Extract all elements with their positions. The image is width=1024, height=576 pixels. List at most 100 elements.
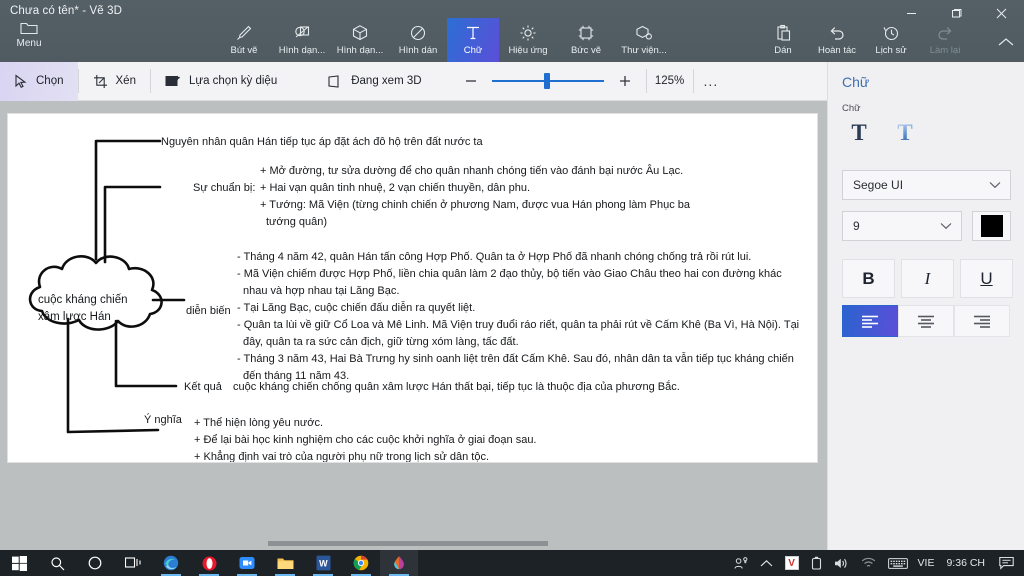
paste-label: Dán <box>774 45 792 56</box>
subtool-xen[interactable]: Xén <box>79 62 150 101</box>
volume-icon[interactable] <box>828 557 855 570</box>
zoom-out-button[interactable] <box>460 70 482 92</box>
zoom-slider[interactable] <box>491 72 604 90</box>
branch-su-chuan-bi-line-1: + Mở đường, tư sửa dường để cho quân nha… <box>260 165 684 177</box>
tool-hinh-dang-2d[interactable]: Hình dạn... <box>273 18 331 62</box>
branch-nguyen-nhan: Nguyên nhân quân Hán tiếp tục áp đặt ách… <box>161 135 483 150</box>
view-3d-toggle[interactable]: Đang xem 3D <box>313 62 435 101</box>
menu-label: Menu <box>16 38 42 49</box>
taskbar-clock[interactable]: 9:36 CH <box>938 557 993 569</box>
branch-su-chuan-bi-label-wrap: Sự chuẩn bị: <box>193 181 255 196</box>
branch-dien-bien-line-5: - Quân ta lùi về giữ Cổ Loa và Mê Linh. … <box>237 319 800 331</box>
align-right-icon <box>974 315 990 328</box>
microsoft-word-icon[interactable]: W <box>304 550 342 576</box>
text-color-button[interactable] <box>972 211 1011 241</box>
branch-nguyen-nhan-label: Nguyên nhân <box>161 136 227 148</box>
ribbon-right-tools: Dán Hoàn tác Lịch sử Làm lại <box>756 18 972 62</box>
ribbon-tools: Bút vẽ Hình dạn... Hình dạn... Hình dán … <box>215 18 673 62</box>
view-3d-icon <box>328 74 339 88</box>
microsoft-edge-icon[interactable] <box>152 550 190 576</box>
search-icon[interactable] <box>38 550 76 576</box>
branch-dien-bien-line-1: - Tháng 4 năm 42, quân Hán tấn công Hợp … <box>237 251 752 263</box>
canvas-scrollbar-thumb[interactable] <box>268 541 548 546</box>
text-style-options: T T <box>842 118 922 148</box>
effects-icon <box>520 25 536 41</box>
tool-hinh-dan[interactable]: Hình dán <box>389 18 447 62</box>
italic-button[interactable]: I <box>901 259 954 298</box>
tool-but-ve[interactable]: Bút vẽ <box>215 18 273 62</box>
close-button[interactable] <box>979 0 1024 26</box>
paint-3d-icon[interactable] <box>380 550 418 576</box>
tool-buc-ve[interactable]: Bức vẽ <box>557 18 615 62</box>
collapse-ribbon-button[interactable] <box>998 34 1014 52</box>
action-center-icon[interactable] <box>993 556 1024 570</box>
zoom-slider-thumb[interactable] <box>543 73 550 89</box>
google-chrome-icon[interactable] <box>342 550 380 576</box>
canvas-area[interactable]: cuộc kháng chiến xâm lược Hán Nguyên nhâ… <box>0 101 827 550</box>
panel-title: Chữ <box>842 74 870 90</box>
underline-button[interactable]: U <box>960 259 1013 298</box>
subtool-xen-label: Xén <box>115 75 136 87</box>
bold-button[interactable]: B <box>842 259 895 298</box>
tool-chu-label: Chữ <box>463 45 483 56</box>
windows-taskbar: W V VIE 9:36 CH <box>0 550 1024 576</box>
redo-button[interactable]: Làm lại <box>918 18 972 62</box>
tool-chu[interactable]: Chữ <box>447 18 499 62</box>
battery-icon[interactable] <box>805 556 828 570</box>
windows-start-icon[interactable] <box>0 550 38 576</box>
more-options-button[interactable]: ... <box>694 73 729 89</box>
canvas-horizontal-scrollbar[interactable] <box>0 536 827 550</box>
panel-section-label: Chữ <box>842 103 861 114</box>
tool-hinh-dang-3d[interactable]: Hình dạn... <box>331 18 389 62</box>
touch-keyboard-icon[interactable] <box>882 557 914 570</box>
people-share-icon[interactable] <box>728 556 754 570</box>
branch-su-chuan-bi-line-4: tướng quân) <box>266 216 328 228</box>
wifi-icon[interactable] <box>855 557 882 569</box>
redo-icon <box>938 27 952 40</box>
subtool-lua-chon-ky-dieu[interactable]: Lựa chọn kỳ diệu <box>151 62 291 101</box>
text-style-2d-button[interactable]: T <box>842 118 876 148</box>
unikey-icon[interactable]: V <box>779 556 805 570</box>
align-center-icon <box>918 315 934 328</box>
folder-icon <box>20 22 38 35</box>
font-family-select[interactable]: Segoe UI <box>842 170 1011 200</box>
tool-hinh-dang-2d-label: Hình dạn... <box>278 45 326 56</box>
ribbon: Chưa có tên* - Vẽ 3D Menu Bút vẽ Hình dạ… <box>0 0 1024 62</box>
zoom-percentage[interactable]: 125% <box>647 75 693 87</box>
zoom-app-icon[interactable] <box>228 550 266 576</box>
align-center-button[interactable] <box>898 305 954 337</box>
color-swatch <box>980 215 1003 237</box>
tool-thu-vien[interactable]: Thư viện... <box>615 18 673 62</box>
file-explorer-icon[interactable] <box>266 550 304 576</box>
paint3d-window: Chưa có tên* - Vẽ 3D Menu Bút vẽ Hình dạ… <box>0 0 1024 576</box>
branch-dien-bien-line-4: - Tại Lăng Bạc, cuộc chiến đấu diễn ra q… <box>237 302 476 314</box>
text-style-3d-button[interactable]: T <box>888 118 922 148</box>
view-3d-label: Đang xem 3D <box>351 75 422 87</box>
opera-icon[interactable] <box>190 550 228 576</box>
undo-button[interactable]: Hoàn tác <box>810 18 864 62</box>
align-right-button[interactable] <box>954 305 1010 337</box>
cortana-circle-icon[interactable] <box>76 550 114 576</box>
branch-dien-bien-line-7: - Tháng 3 năm 43, Hai Bà Trưng hy sinh o… <box>237 353 794 365</box>
history-label: Lịch sử <box>875 45 907 56</box>
history-button[interactable]: Lịch sử <box>864 18 918 62</box>
unikey-badge: V <box>784 556 799 570</box>
align-left-button[interactable] <box>842 305 898 337</box>
chevron-down-icon <box>940 219 952 233</box>
library-icon <box>636 25 652 40</box>
drawing-canvas[interactable]: cuộc kháng chiến xâm lược Hán Nguyên nhâ… <box>7 113 818 463</box>
text-2d-glyph: T <box>851 120 867 145</box>
zoom-in-button[interactable] <box>614 70 636 92</box>
branch-dien-bien-line-3: nhau và hợp nhau tại Lăng Bạc. <box>243 285 400 297</box>
subtool-chon[interactable]: Chọn <box>0 61 78 101</box>
task-view-icon[interactable] <box>114 550 152 576</box>
tool-hieu-ung[interactable]: Hiệu ứng <box>499 18 557 62</box>
show-hidden-icons-icon[interactable] <box>754 559 779 568</box>
magic-select-icon <box>165 75 180 86</box>
paste-button[interactable]: Dán <box>756 18 810 62</box>
font-size-select[interactable]: 9 <box>842 211 962 241</box>
language-indicator[interactable]: VIE <box>914 557 939 569</box>
tool-thu-vien-label: Thư viện... <box>621 45 667 56</box>
branch-nguyen-nhan-body: quân Hán tiếp tục áp đặt ách đô hộ trên … <box>229 136 483 148</box>
menu-button[interactable]: Menu <box>6 20 52 49</box>
